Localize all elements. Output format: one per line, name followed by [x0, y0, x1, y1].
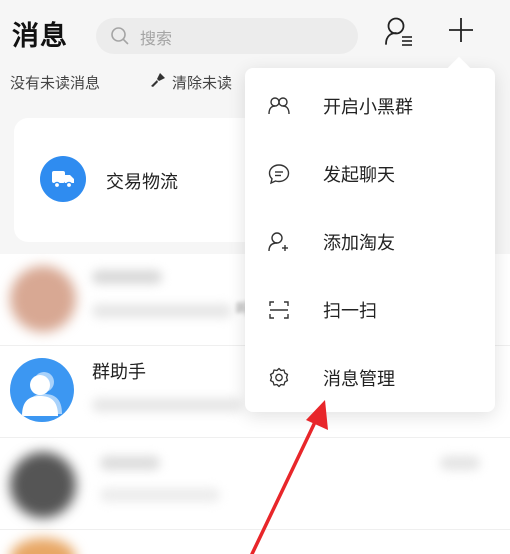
menu-item-label: 消息管理	[323, 369, 395, 390]
search-icon	[110, 26, 130, 50]
add-friend-icon	[267, 230, 291, 258]
truck-icon	[40, 156, 86, 202]
list-item[interactable]	[0, 438, 510, 530]
plus-menu-popup: 开启小黑群 发起聊天 添加淘友 扫一扫 消息管理	[245, 68, 495, 412]
menu-item-black-group[interactable]: 开启小黑群	[245, 72, 495, 140]
avatar	[10, 266, 76, 332]
menu-item-label: 添加淘友	[323, 233, 395, 254]
brush-icon	[150, 72, 166, 92]
menu-item-start-chat[interactable]: 发起聊天	[245, 140, 495, 208]
group-helper-name: 群助手	[92, 362, 146, 383]
search-placeholder: 搜索	[140, 29, 173, 48]
unread-status: 没有未读消息	[10, 74, 101, 92]
clear-unread-button[interactable]: 清除未读	[150, 72, 232, 93]
avatar	[10, 452, 76, 518]
blurred-name	[100, 456, 160, 470]
gear-icon	[267, 366, 291, 394]
plus-icon[interactable]	[445, 14, 477, 50]
menu-item-label: 扫一扫	[323, 301, 377, 322]
logistics-label: 交易物流	[106, 172, 178, 193]
avatar	[10, 538, 76, 554]
chat-icon	[267, 162, 291, 190]
contacts-icon[interactable]	[384, 16, 414, 52]
blurred-preview	[92, 398, 242, 412]
list-item[interactable]	[0, 530, 510, 554]
blurred-time	[440, 456, 480, 470]
blurred-name	[92, 270, 162, 284]
header-bar: 消息 搜索	[0, 0, 510, 64]
menu-item-label: 发起聊天	[323, 165, 395, 186]
menu-item-add-friend[interactable]: 添加淘友	[245, 208, 495, 276]
clear-unread-label: 清除未读	[172, 74, 233, 92]
scan-icon	[267, 298, 291, 326]
menu-item-scan[interactable]: 扫一扫	[245, 276, 495, 344]
group-icon	[267, 94, 291, 122]
menu-item-message-settings[interactable]: 消息管理	[245, 344, 495, 412]
search-input[interactable]: 搜索	[96, 18, 358, 54]
blurred-preview	[100, 488, 220, 502]
page-title: 消息	[12, 21, 68, 52]
blurred-preview	[92, 304, 232, 318]
menu-item-label: 开启小黑群	[323, 97, 413, 118]
group-helper-avatar	[10, 358, 74, 422]
